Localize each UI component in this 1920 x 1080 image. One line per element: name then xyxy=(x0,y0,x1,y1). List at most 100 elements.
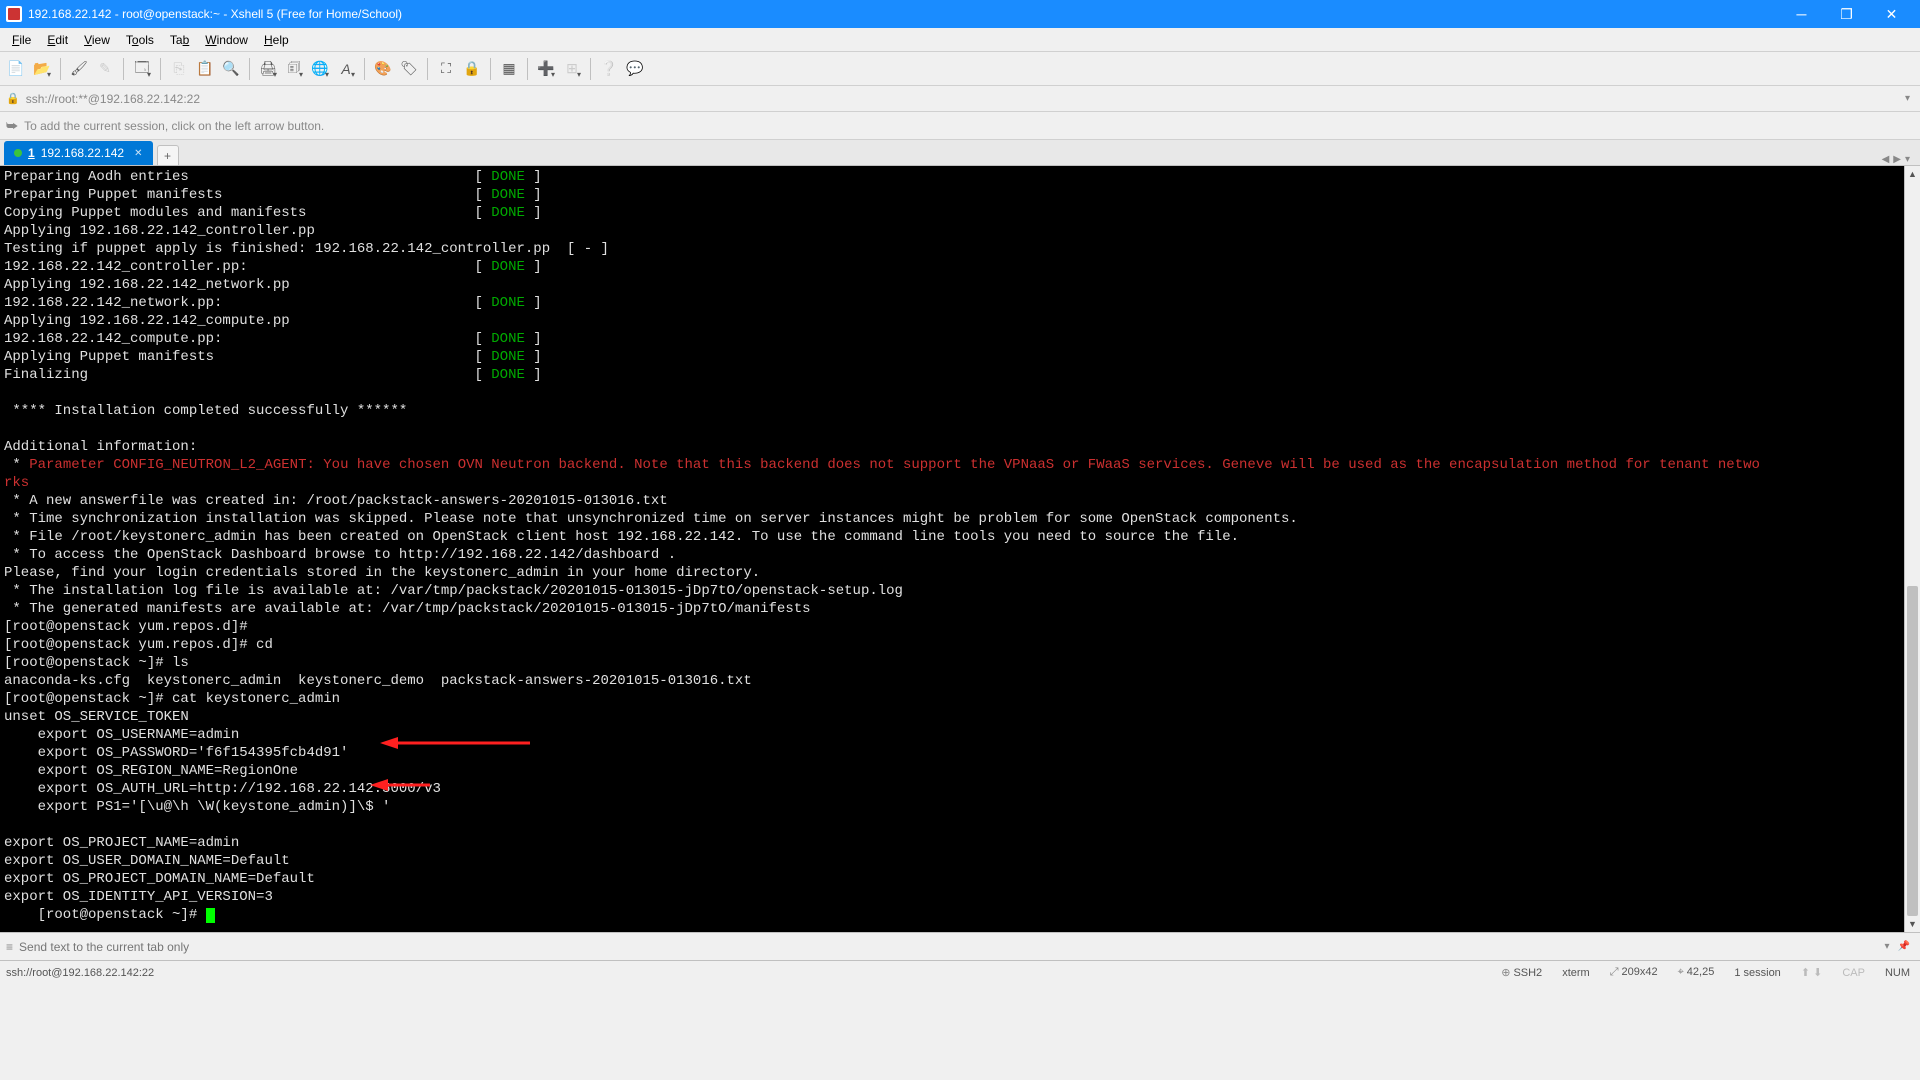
term-line: anaconda-ks.cfg keystonerc_admin keyston… xyxy=(4,673,752,689)
tab-nav: ◀ ▶ ▾ xyxy=(1882,154,1916,165)
term-line: * The installation log file is available… xyxy=(4,583,903,599)
print-button[interactable]: 🖨 xyxy=(256,57,280,81)
term-line: * Parameter CONFIG_NEUTRON_L2_AGENT: You… xyxy=(4,457,1760,473)
new-session-button[interactable]: 📄 xyxy=(4,57,28,81)
term-line: **** Installation completed successfully… xyxy=(4,403,407,419)
lock-button[interactable]: 🔒 xyxy=(460,57,484,81)
fullscreen-button[interactable]: ⛶ xyxy=(434,57,458,81)
send-bar: ≡ ▾ 📌 xyxy=(0,932,1920,960)
feedback-button[interactable]: 💬 xyxy=(623,57,647,81)
new-tab-button[interactable]: + xyxy=(157,145,179,165)
color-scheme-button[interactable]: 🎨 xyxy=(371,57,395,81)
term-line: export OS_AUTH_URL=http://192.168.22.142… xyxy=(4,781,441,797)
vertical-scrollbar[interactable]: ▲ ▼ xyxy=(1904,166,1920,932)
address-dropdown[interactable]: ▾ xyxy=(1901,93,1914,104)
open-button[interactable]: 📂 xyxy=(30,57,54,81)
terminal-wrap: Preparing Aodh entries [ DONE ] Preparin… xyxy=(0,166,1920,932)
term-line: export OS_PROJECT_NAME=admin xyxy=(4,835,239,851)
minimize-button[interactable]: ─ xyxy=(1779,0,1824,28)
menu-file[interactable]: File xyxy=(4,31,39,49)
arrange-button[interactable]: ⊞ xyxy=(560,57,584,81)
term-line: * The generated manifests are available … xyxy=(4,601,811,617)
close-button[interactable]: ✕ xyxy=(1869,0,1914,28)
tab-number: 1 xyxy=(28,146,35,160)
tab-bar: 1 192.168.22.142 ✕ + ◀ ▶ ▾ xyxy=(0,140,1920,166)
send-icon: ≡ xyxy=(6,940,13,954)
menu-help[interactable]: Help xyxy=(256,31,297,49)
properties-button[interactable]: 🗔 xyxy=(130,57,154,81)
term-line: Applying 192.168.22.142_compute.pp xyxy=(4,313,290,329)
term-line: [root@openstack ~]# ls xyxy=(4,655,189,671)
info-bar: ⮩ To add the current session, click on t… xyxy=(0,112,1920,140)
status-protocol: ⊕SSH2 xyxy=(1497,966,1546,979)
term-line: Preparing Aodh entries [ DONE ] xyxy=(4,169,542,185)
scroll-thumb[interactable] xyxy=(1907,586,1918,916)
menu-window[interactable]: Window xyxy=(197,31,256,49)
scroll-up-button[interactable]: ▲ xyxy=(1905,166,1920,182)
term-line: 192.168.22.142_network.pp: [ DONE ] xyxy=(4,295,542,311)
encoding-button[interactable]: 🌐 xyxy=(308,57,332,81)
color-scheme2-button[interactable]: 🏷 xyxy=(397,57,421,81)
scroll-track[interactable] xyxy=(1905,182,1920,916)
app-icon xyxy=(6,6,22,22)
term-line: unset OS_SERVICE_TOKEN xyxy=(4,709,189,725)
term-line: [root@openstack yum.repos.d]# cd xyxy=(4,637,273,653)
send-input[interactable] xyxy=(19,940,1881,954)
status-cursor-pos: ⌖42,25 xyxy=(1674,966,1719,979)
menu-tools[interactable]: Tools xyxy=(118,31,162,49)
maximize-button[interactable]: ❐ xyxy=(1824,0,1869,28)
status-net-icons: ⬆ ⬇ xyxy=(1797,966,1827,979)
session-tab[interactable]: 1 192.168.22.142 ✕ xyxy=(4,141,153,165)
address-bar: 🔒 ssh://root:**@192.168.22.142:22 ▾ xyxy=(0,86,1920,112)
tab-list-button[interactable]: ▾ xyxy=(1905,154,1910,165)
term-line: export OS_PASSWORD='f6f154395fcb4d91' xyxy=(4,745,348,761)
paste-button[interactable]: 📋 xyxy=(193,57,217,81)
connected-dot-icon xyxy=(14,149,22,157)
disconnect-button[interactable]: ✎ xyxy=(93,57,117,81)
scroll-down-button[interactable]: ▼ xyxy=(1905,916,1920,932)
term-line: export OS_REGION_NAME=RegionOne xyxy=(4,763,298,779)
find-button[interactable]: 🔍 xyxy=(219,57,243,81)
reconnect-button[interactable]: 🖌 xyxy=(67,57,91,81)
menu-tab[interactable]: Tab xyxy=(162,31,197,49)
toolbar: 📄 📂 🖌 ✎ 🗔 ⎘ 📋 🔍 🖨 🗊 🌐 A 🎨 🏷 ⛶ 🔒 ▦ ➕ ⊞ ❔ … xyxy=(0,52,1920,86)
status-num: NUM xyxy=(1881,967,1914,979)
copy-button[interactable]: ⎘ xyxy=(167,57,191,81)
tab-close-button[interactable]: ✕ xyxy=(134,148,142,159)
highlight-button[interactable]: 🗊 xyxy=(282,57,306,81)
term-line: export OS_USERNAME=admin xyxy=(4,727,239,743)
info-text: To add the current session, click on the… xyxy=(24,119,324,133)
lock-icon: 🔒 xyxy=(6,92,20,105)
tab-next-button[interactable]: ▶ xyxy=(1893,154,1901,165)
tab-label: 192.168.22.142 xyxy=(41,146,124,160)
menu-edit[interactable]: Edit xyxy=(39,31,76,49)
address-text[interactable]: ssh://root:**@192.168.22.142:22 xyxy=(26,92,1901,106)
term-line: export OS_IDENTITY_API_VERSION=3 xyxy=(4,889,273,905)
add-session-icon[interactable]: ⮩ xyxy=(6,118,18,134)
send-pin[interactable]: 📌 xyxy=(1894,941,1914,952)
term-line: [root@openstack ~]# xyxy=(4,907,215,923)
font-button[interactable]: A xyxy=(334,57,358,81)
new-window-button[interactable]: ➕ xyxy=(534,57,558,81)
term-line: export OS_PROJECT_DOMAIN_NAME=Default xyxy=(4,871,315,887)
term-line: * File /root/keystonerc_admin has been c… xyxy=(4,529,1239,545)
term-line: Please, find your login credentials stor… xyxy=(4,565,760,581)
term-line: Preparing Puppet manifests [ DONE ] xyxy=(4,187,542,203)
term-line: [root@openstack ~]# cat keystonerc_admin xyxy=(4,691,340,707)
status-bar: ssh://root@192.168.22.142:22 ⊕SSH2 xterm… xyxy=(0,960,1920,984)
term-line: [root@openstack yum.repos.d]# xyxy=(4,619,248,635)
toggle-view-button[interactable]: ▦ xyxy=(497,57,521,81)
status-size: ⤢209x42 xyxy=(1606,966,1662,979)
tab-prev-button[interactable]: ◀ xyxy=(1882,154,1890,165)
term-line: export PS1='[\u@\h \W(keystone_admin)]\$… xyxy=(4,799,390,815)
term-line: Additional information: xyxy=(4,439,197,455)
term-line: * Time synchronization installation was … xyxy=(4,511,1298,527)
menu-view[interactable]: View xyxy=(76,31,118,49)
help-button[interactable]: ❔ xyxy=(597,57,621,81)
status-terminal-type: xterm xyxy=(1558,967,1594,979)
term-line: rks xyxy=(4,475,29,491)
terminal[interactable]: Preparing Aodh entries [ DONE ] Preparin… xyxy=(0,166,1904,932)
term-line: Applying 192.168.22.142_network.pp xyxy=(4,277,290,293)
send-dropdown[interactable]: ▾ xyxy=(1881,941,1894,952)
term-line: Applying Puppet manifests [ DONE ] xyxy=(4,349,542,365)
